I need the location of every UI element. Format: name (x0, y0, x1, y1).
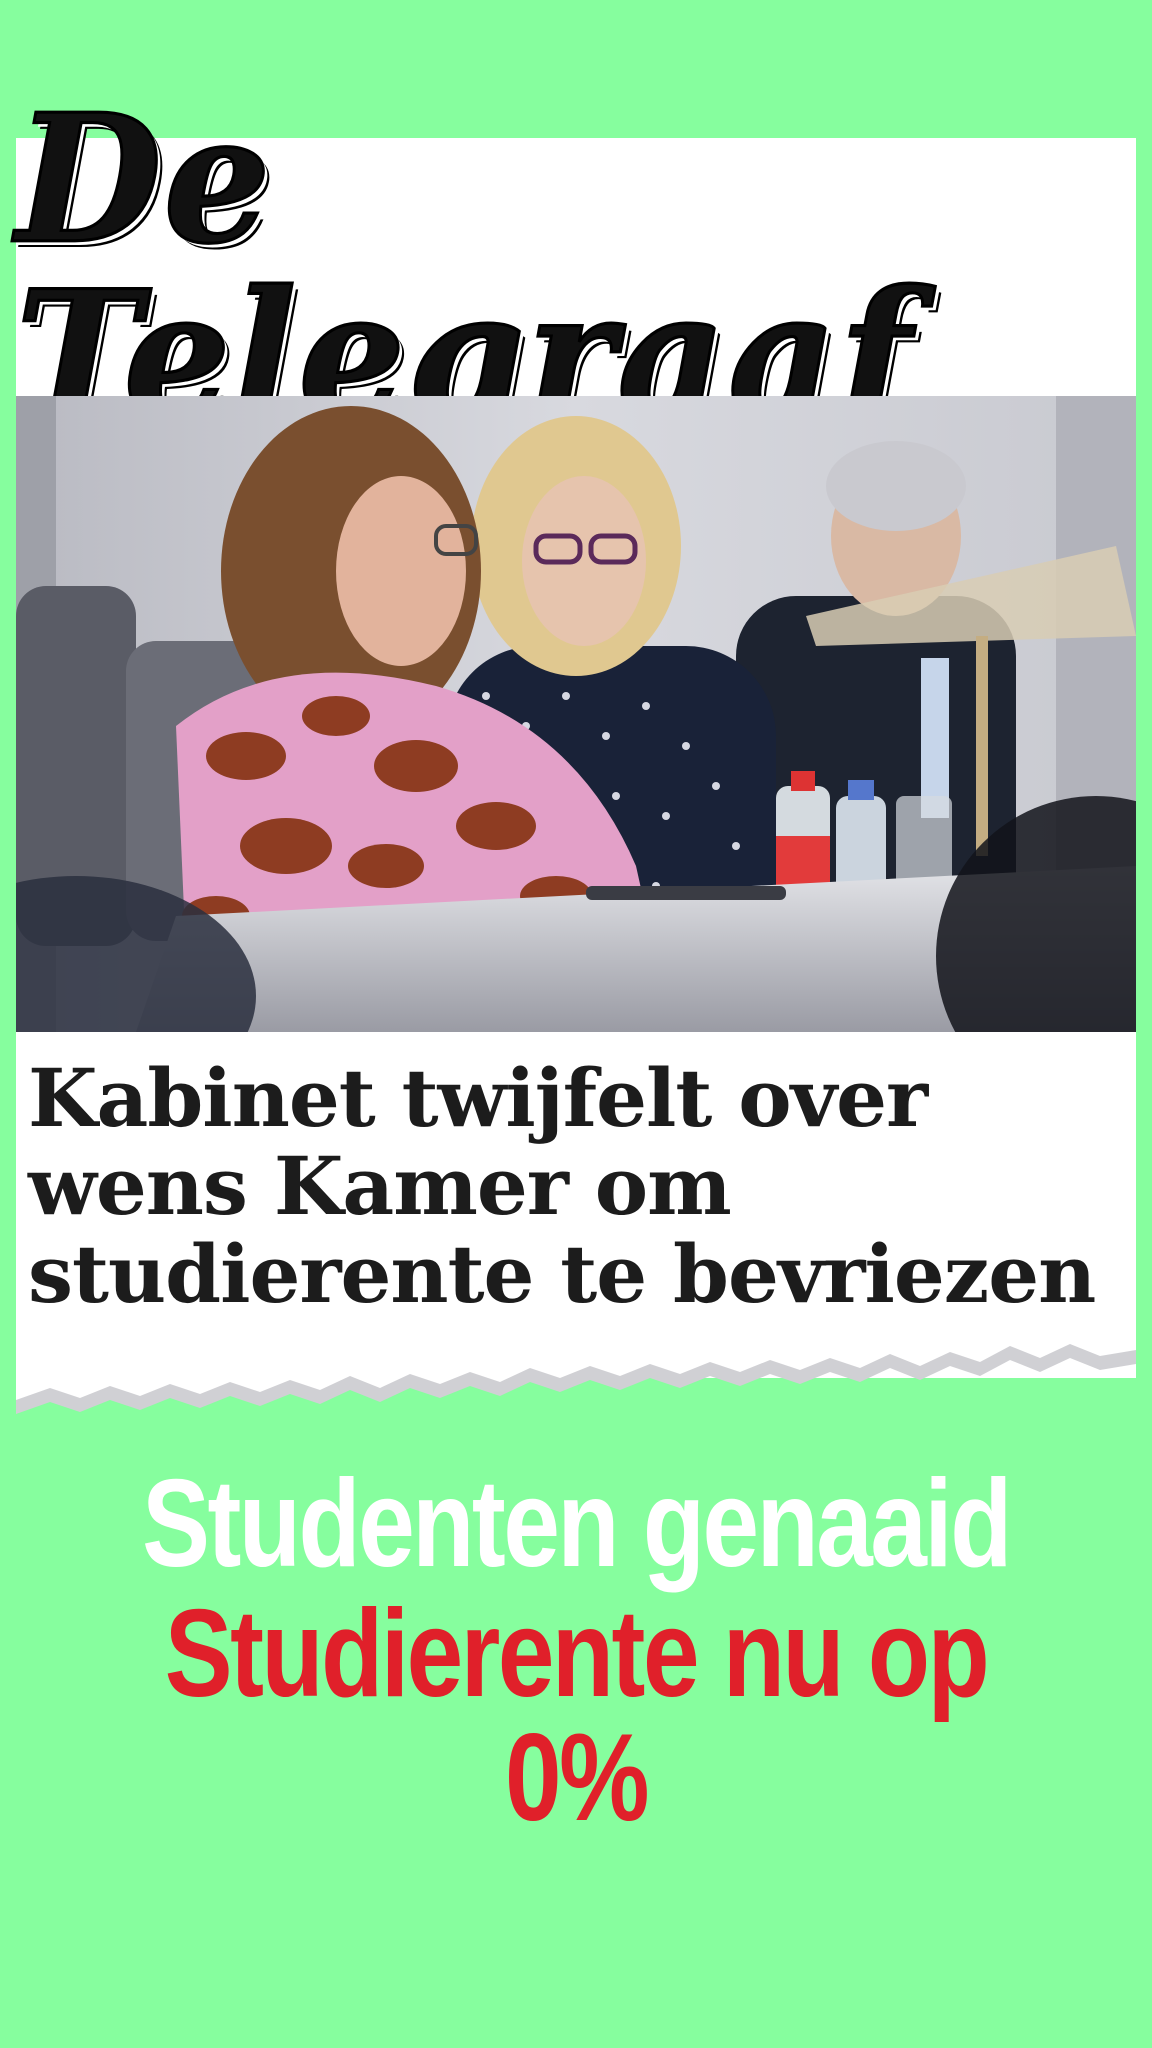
telegraaf-logo: De Telegraaf (15, 74, 914, 460)
article-headline: Kabinet twijfelt over wens Kamer om stud… (28, 1051, 1096, 1321)
page: { "masthead": { "logo_text": "De Telegra… (0, 0, 1152, 2048)
meeting-photo-illustration (16, 396, 1136, 1032)
newspaper-clipping: De Telegraaf Kabinet twijfelt over wens … (15, 89, 1136, 1378)
torn-paper-edge (16, 1310, 1136, 1414)
slogan-line-1: Studenten genaaid (142, 1455, 1012, 1593)
slogan-line-2: Studierente nu op 0% (164, 1585, 990, 1847)
article-photo (16, 396, 1136, 1032)
masthead: De Telegraaf (15, 89, 1136, 445)
